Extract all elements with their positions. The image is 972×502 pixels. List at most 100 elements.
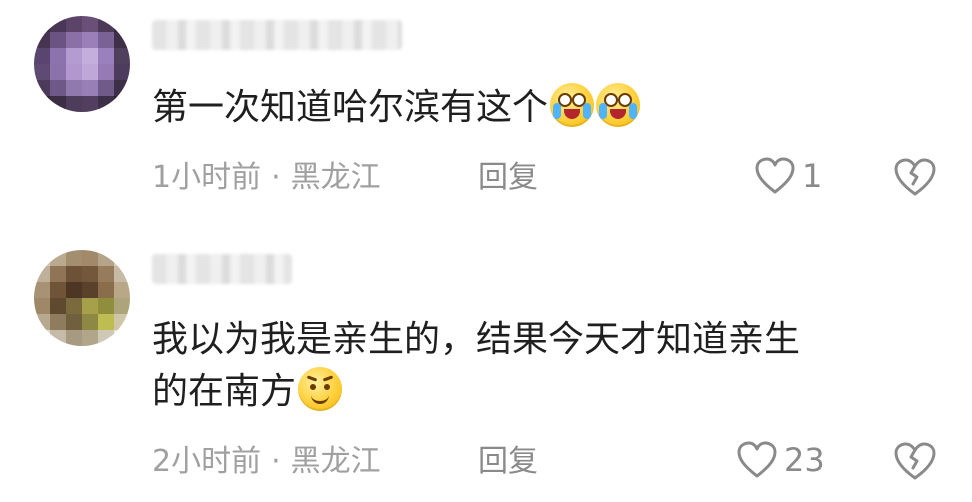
sly-smile-emoji [298,367,343,411]
avatar-pixel [82,16,98,32]
avatar-pixel [98,80,114,96]
comment-text-line: 的在南方 [152,371,297,412]
avatar-pixel [82,64,98,80]
avatar-pixel [34,80,50,96]
avatar-pixel [50,266,66,282]
comment-text: 第一次知道哈尔滨有这个 [152,82,641,134]
reply-button[interactable]: 回复 [478,442,538,482]
like-count: 23 [784,441,825,479]
avatar-pixel [34,250,50,266]
heart-icon [737,441,777,478]
comment-meta: 2小时前 · 黑龙江 [152,442,381,482]
avatar-pixel [82,314,98,330]
avatar-pixel [34,32,50,48]
comment-text-line: 我以为我是亲生的，结果今天才知道亲生 [152,319,801,360]
broken-heart-icon[interactable] [892,440,938,482]
avatar-pixel [114,298,130,314]
comment-2: 我以为我是亲生的，结果今天才知道亲生 的在南方 2小时前 · 黑龙江 回复 23 [0,230,972,502]
avatar-pixel [114,16,130,32]
avatar-pixel [66,16,82,32]
comment-meta: 1小时前 · 黑龙江 [152,158,381,198]
avatar[interactable] [34,16,130,112]
avatar-pixel [98,16,114,32]
avatar-pixel [50,32,66,48]
avatar-pixel [114,282,130,298]
reply-button[interactable]: 回复 [478,158,538,198]
avatar-pixel [98,314,114,330]
avatar-pixel [34,48,50,64]
comment-1: 第一次知道哈尔滨有这个 1小时前 · 黑龙江 回复 1 [0,0,972,230]
avatar-pixel [98,282,114,298]
comment-text-line: 第一次知道哈尔滨有这个 [152,87,549,128]
avatar-pixel [82,32,98,48]
location: 黑龙江 [290,160,381,195]
avatar-pixel [114,64,130,80]
avatar-pixel [34,64,50,80]
avatar-pixel [34,314,50,330]
avatar-pixel [66,64,82,80]
avatar-pixel [114,266,130,282]
username-blurred[interactable] [152,254,292,284]
avatar-pixel [34,266,50,282]
avatar-pixel [50,96,66,112]
avatar-pixel [66,80,82,96]
avatar-pixel [50,64,66,80]
broken-heart-icon[interactable] [892,156,938,198]
like-button[interactable]: 1 [754,156,822,196]
avatar-pixel [98,32,114,48]
avatar-pixel [114,330,130,346]
avatar-pixel [66,282,82,298]
avatar-pixel [114,32,130,48]
avatar-pixel [82,96,98,112]
avatar-pixel [82,298,98,314]
avatar-pixel [98,48,114,64]
avatar-pixel [98,96,114,112]
avatar-pixel [82,250,98,266]
timestamp: 1小时前 [152,160,262,195]
avatar-pixel [98,64,114,80]
avatar-pixel [50,48,66,64]
avatar-pixel [66,298,82,314]
avatar-pixel [98,250,114,266]
comment-text: 我以为我是亲生的，结果今天才知道亲生 的在南方 [152,314,800,418]
avatar-pixel [66,330,82,346]
heart-icon [755,157,795,194]
avatar-pixel [66,48,82,64]
avatar-pixel [114,314,130,330]
avatar-pixel [114,96,130,112]
avatar-pixel [114,48,130,64]
avatar-pixel [50,80,66,96]
avatar-pixel [66,266,82,282]
avatar-pixel [34,282,50,298]
avatar-pixel [66,32,82,48]
username-blurred[interactable] [152,20,402,50]
avatar-pixel [50,330,66,346]
avatar-pixel [50,250,66,266]
avatar-pixel [82,80,98,96]
avatar-pixel [50,298,66,314]
avatar-pixel [50,16,66,32]
avatar[interactable] [34,250,130,346]
avatar-pixel [82,330,98,346]
timestamp: 2小时前 [152,444,262,479]
avatar-pixel [50,282,66,298]
avatar-pixel [82,266,98,282]
avatar-pixel [34,298,50,314]
avatar-pixel [34,16,50,32]
avatar-pixel [50,314,66,330]
like-button[interactable]: 23 [736,440,825,480]
avatar-pixel [34,96,50,112]
crying-laugh-emoji [550,83,595,127]
avatar-pixel [98,330,114,346]
crying-laugh-emoji [596,83,641,127]
avatar-pixel [66,250,82,266]
avatar-pixel [82,282,98,298]
avatar-pixel [66,96,82,112]
separator: · [271,160,281,195]
avatar-pixel [82,48,98,64]
separator: · [271,444,281,479]
avatar-pixel [98,266,114,282]
avatar-pixel [114,80,130,96]
avatar-pixel [34,330,50,346]
like-count: 1 [802,157,823,195]
